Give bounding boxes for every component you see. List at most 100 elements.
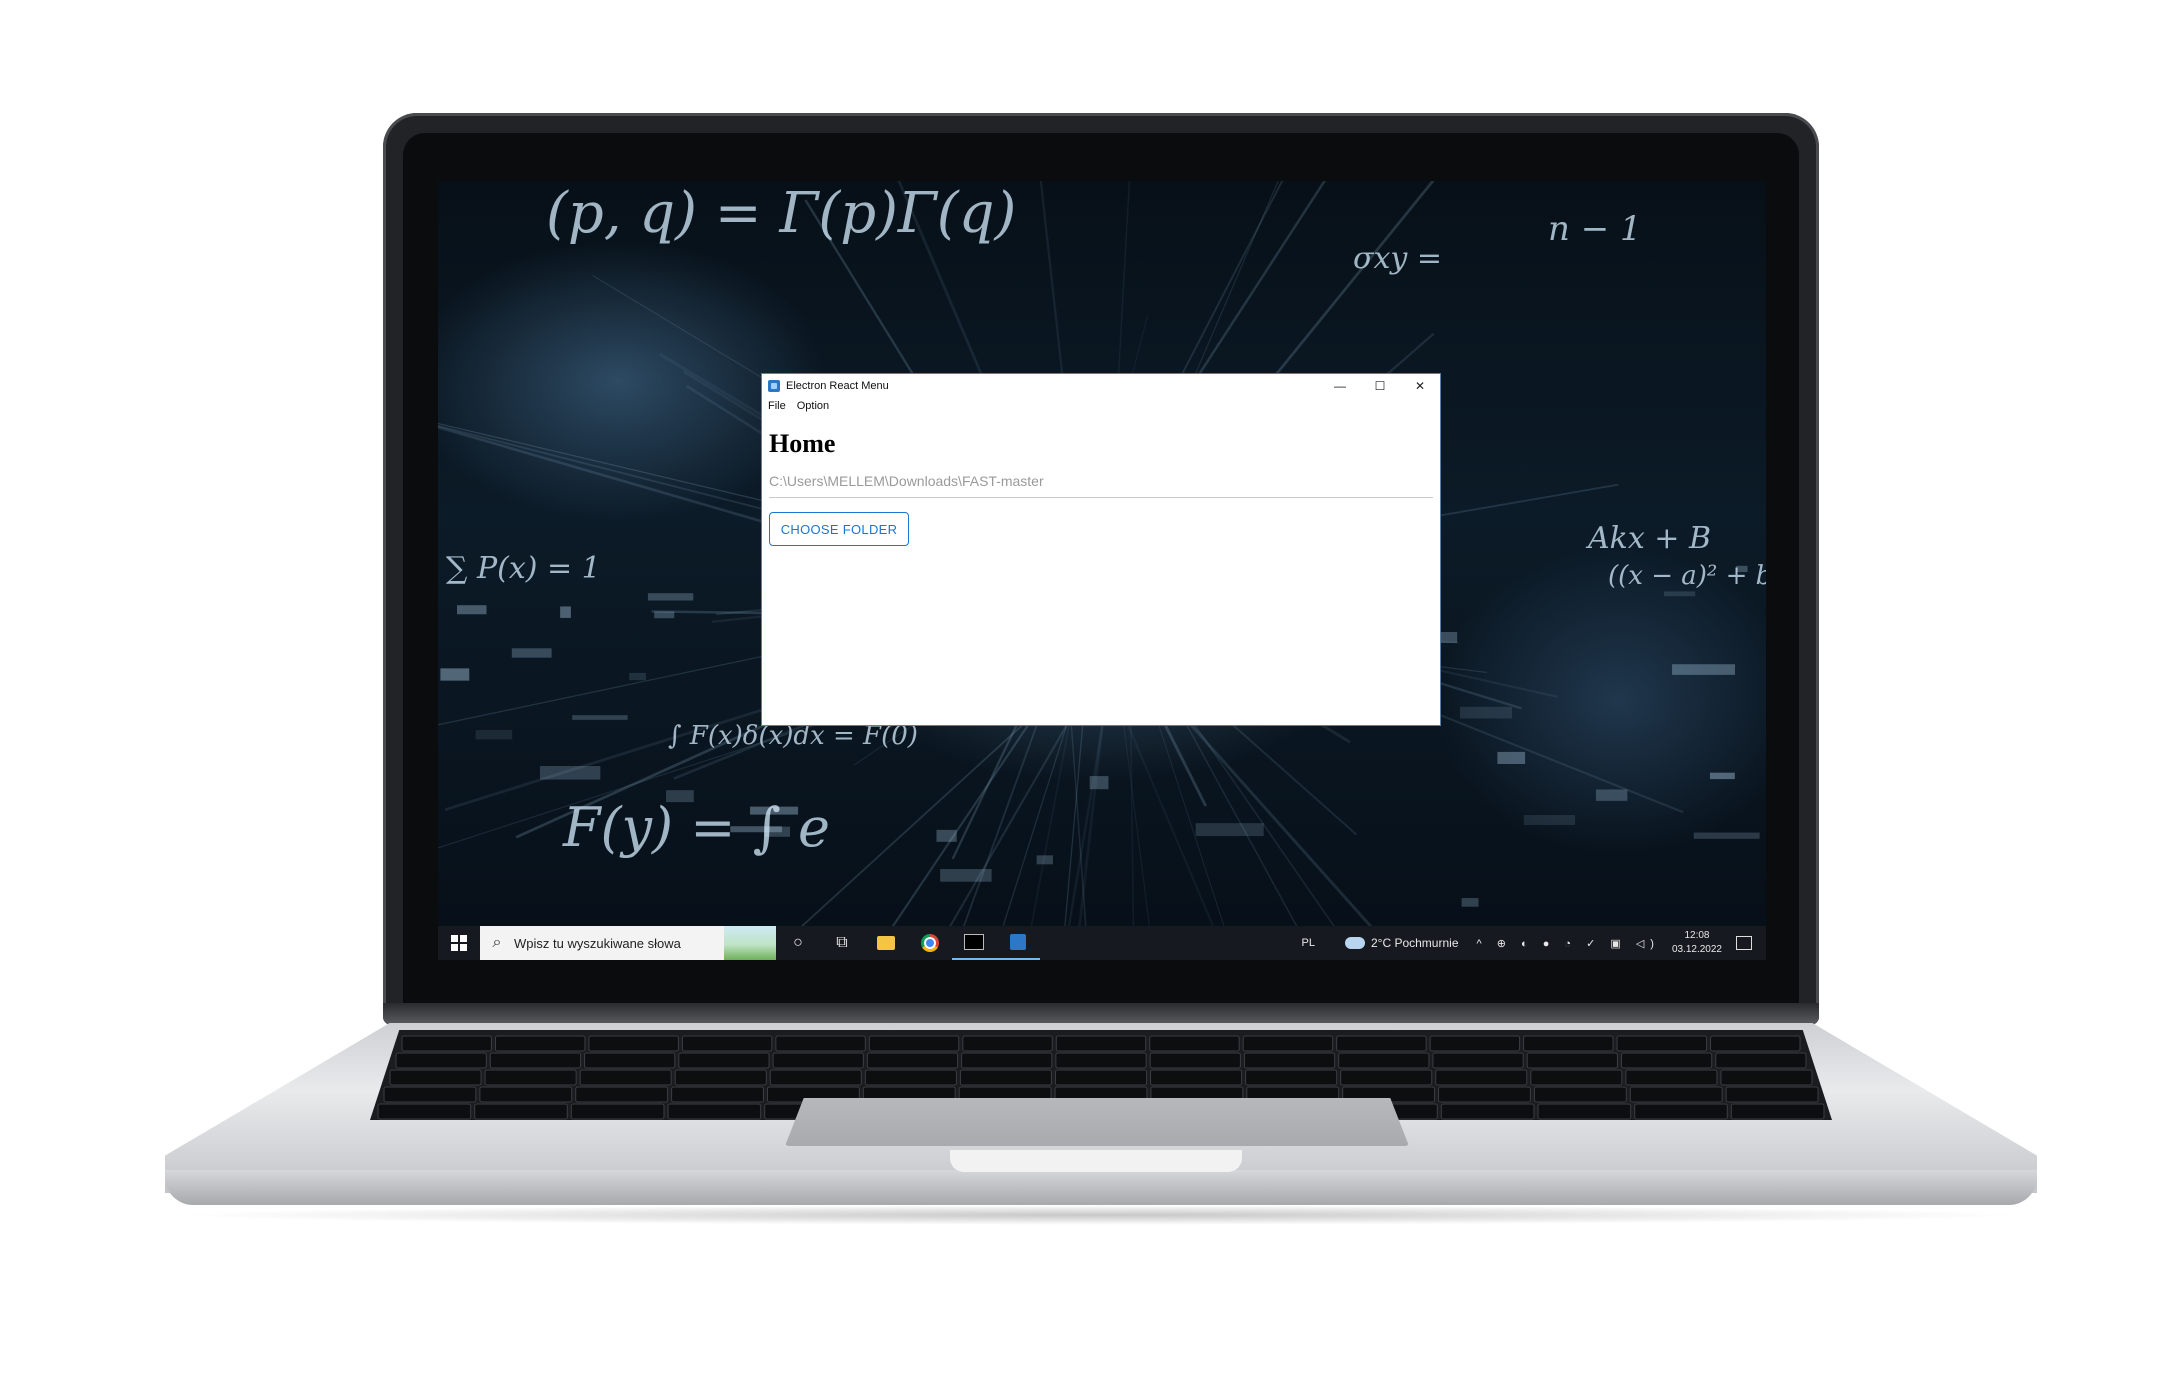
clock[interactable]: 12:08 03.12.2022 [1672,929,1722,957]
wallpaper-glow-block [1672,664,1736,675]
laptop-notch [950,1150,1242,1172]
wallpaper-glow-block [1460,706,1513,719]
keyboard-key [474,1103,568,1120]
keyboard-key [769,1069,862,1086]
weather-widget[interactable]: 2°C Pochmurnie [1344,936,1459,950]
keyboard-key [489,1052,582,1069]
keyboard-key [1432,1052,1524,1069]
keyboard-key [1629,1086,1723,1103]
notifications-icon[interactable] [1736,936,1752,950]
laptop-shadow [170,1205,2030,1225]
keyboard-key [1149,1035,1240,1052]
keyboard-key [395,1052,487,1069]
menu-option[interactable]: Option [797,400,829,412]
window-titlebar[interactable]: Electron React Menu — ☐ ✕ [762,374,1440,397]
keyboard-key [1340,1069,1433,1086]
screen: (p, q) = Γ(p)Γ(q) σxy = n − 1 ∑ P(x) = 1… [438,181,1766,960]
keyboard-key [1523,1035,1614,1052]
keyboard-key [1616,1035,1708,1052]
taskbar-search[interactable]: ⌕ Wpisz tu wyszukiwane słowa [480,926,776,960]
wallpaper-glow-block [647,593,694,601]
keyboard-key [1725,1086,1819,1103]
wallpaper-glow-block [936,829,957,842]
close-button[interactable]: ✕ [1400,374,1440,397]
window-content: Home C:\Users\MELLEM\Downloads\FAST-mast… [762,429,1440,546]
keyboard-key [681,1035,773,1052]
page-title: Home [769,429,836,458]
menu-bar: File Option [762,397,1440,415]
keyboard-key [1634,1103,1728,1120]
language-indicator[interactable]: PL [1302,937,1315,949]
keyboard-key [1526,1052,1618,1069]
wallpaper-formula: (p, q) = Γ(p)Γ(q) [546,181,1017,246]
cloud-icon [1344,937,1365,949]
wallpaper-glow-block [440,668,470,681]
wallpaper-formula: σxy = [1353,241,1443,276]
keyboard-key [772,1052,864,1069]
keyboard-key [1429,1035,1521,1052]
keyboard-key [678,1052,770,1069]
menu-file[interactable]: File [768,400,786,412]
laptop-front-edge [165,1170,2037,1205]
keyboard-key [1242,1035,1334,1052]
cortana-icon[interactable]: ○ [776,926,820,960]
keyboard-key [667,1103,762,1120]
keyboard-key [1438,1086,1531,1103]
keyboard-key [1530,1069,1623,1086]
wallpaper-glow-block [456,605,487,615]
task-view-icon[interactable]: ⧉ [820,926,864,960]
keyboard-key [588,1035,679,1052]
wallpaper-formula: ∫ F(x)δ(x)dx = F(0) [668,721,918,751]
electron-taskbar-icon[interactable] [996,926,1040,960]
keyboard-key [1730,1103,1825,1120]
keyboard-key [570,1103,665,1120]
wallpaper-glow-block [1709,772,1735,780]
wallpaper-glow-block [511,648,552,658]
keyboard-key [1440,1103,1535,1120]
keyboard-key [1435,1069,1528,1086]
keyboard-key [1533,1086,1627,1103]
wallpaper-glow-block [629,672,646,681]
keyboard-key [1720,1069,1813,1086]
wallpaper-glow-block [1461,898,1479,907]
keyboard-key [959,1069,1052,1086]
folder-path-input[interactable]: C:\Users\MELLEM\Downloads\FAST-master [769,473,1433,498]
start-button[interactable] [438,926,480,960]
minimize-button[interactable]: — [1320,374,1360,397]
keyboard-key [866,1052,959,1069]
keyboard-key [1245,1069,1338,1086]
keyboard-key [575,1086,669,1103]
wallpaper-glow-block [1664,591,1696,597]
system-tray: PL 2°C Pochmurnie ^ ⊕ ◐ ● ◔ ✓ ▣ ◁) 12:08… [1302,929,1766,957]
keyboard-key [1055,1035,1147,1052]
keyboard-key [868,1035,960,1052]
search-placeholder: Wpisz tu wyszukiwane słowa [514,935,681,951]
wallpaper-glow-block [1036,855,1054,865]
keyboard-key [674,1069,767,1086]
keyboard-key [484,1069,577,1086]
choose-folder-button[interactable]: CHOOSE FOLDER [769,512,909,546]
wallpaper-formula: n − 1 [1548,209,1642,249]
wallpaper-glow-block [654,611,675,619]
wallpaper-formula: F(y) = ∫ e [563,796,830,859]
wallpaper-glow-block [1523,815,1576,825]
terminal-icon[interactable] [952,926,996,960]
keyboard-key [1338,1052,1430,1069]
keyboard-key [1055,1052,1147,1069]
window-title: Electron React Menu [786,379,889,392]
keyboard-key [479,1086,573,1103]
keyboard-key [1243,1052,1336,1069]
file-explorer-icon[interactable] [864,926,908,960]
wallpaper-formula: ((x − a)² + b²) [1608,561,1766,591]
tray-icons[interactable]: ^ ⊕ ◐ ● ◔ ✓ ▣ ◁) [1477,937,1660,950]
chrome-icon[interactable] [908,926,952,960]
keyboard-key [1620,1052,1713,1069]
maximize-button[interactable]: ☐ [1360,374,1400,397]
wallpaper-glow-block [539,766,601,780]
keyboard-key [579,1069,672,1086]
keyboard-key [1054,1069,1148,1086]
electron-app-icon [768,379,780,392]
keyboard-key [389,1069,482,1086]
keyboard-key [584,1052,676,1069]
wallpaper-formula: ∑ P(x) = 1 [446,551,601,586]
